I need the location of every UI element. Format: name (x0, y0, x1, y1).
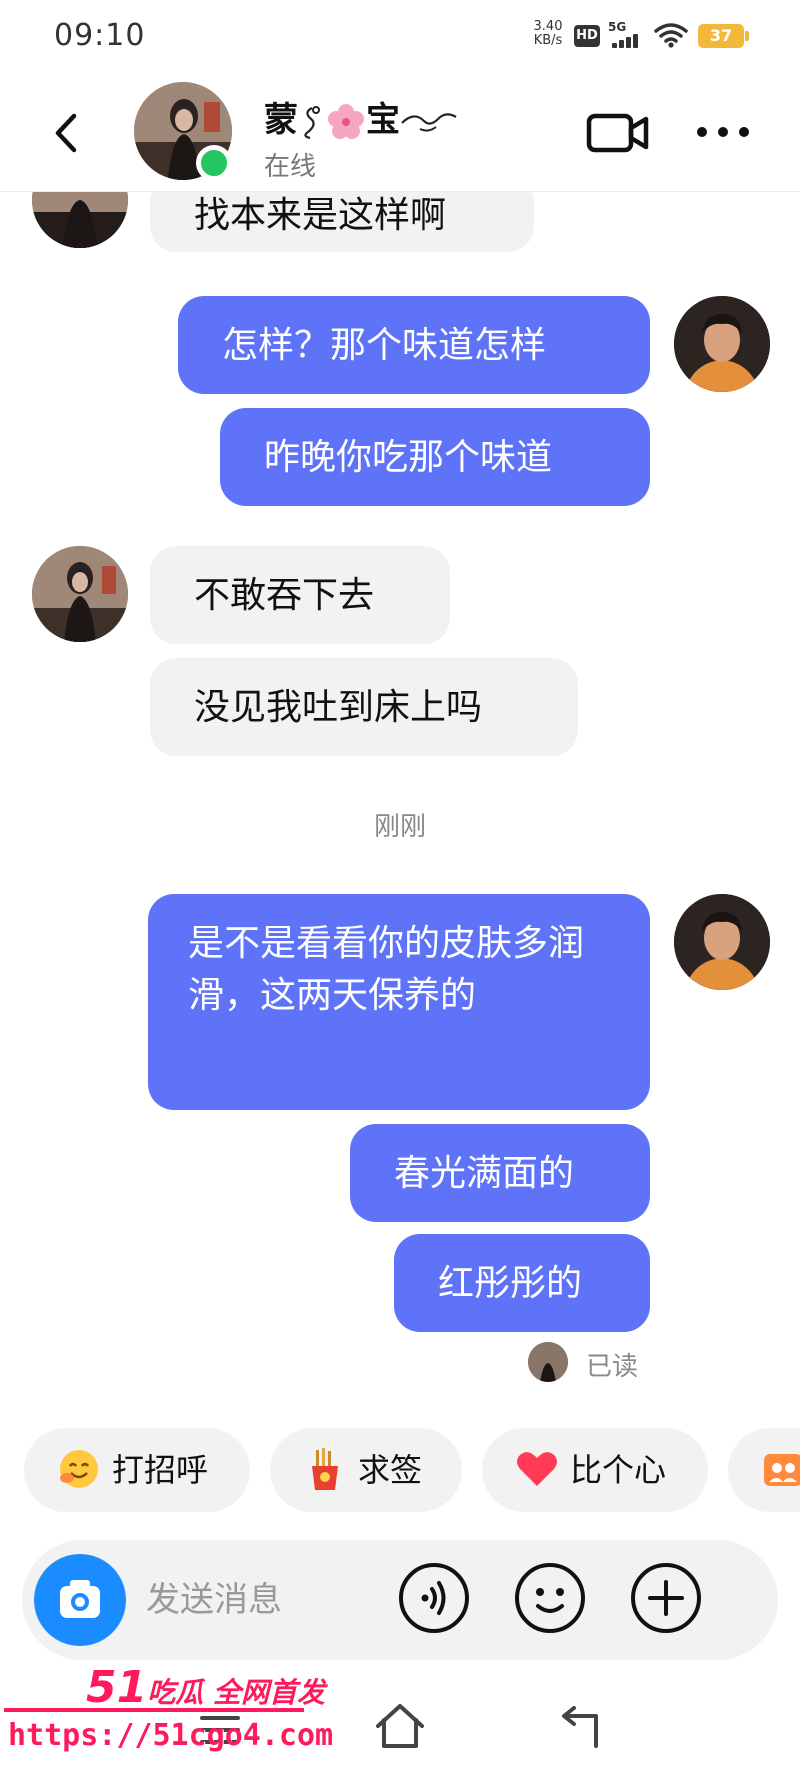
message-timestamp: 刚刚 (373, 812, 426, 842)
read-receipt-text: 已读 (586, 1352, 639, 1382)
wifi-icon (654, 23, 688, 48)
contact-name-part1: 蒙 (264, 100, 298, 140)
my-avatar[interactable] (674, 894, 770, 990)
message-outgoing[interactable]: 昨晚你吃那个味道 (220, 408, 650, 506)
avatar-photo (674, 894, 770, 990)
contact-avatar-small[interactable] (32, 546, 128, 642)
message-incoming[interactable]: 没见我吐到床上吗 (150, 658, 578, 756)
message-incoming[interactable]: 不敢吞下去 (150, 546, 450, 644)
fortune-sticks-icon (312, 1448, 338, 1490)
online-status-dot (196, 145, 232, 181)
avatar-photo (528, 1342, 568, 1382)
signal-icon (612, 32, 646, 48)
home-icon[interactable] (374, 1702, 426, 1750)
contact-name-part2: 宝 (366, 100, 400, 140)
network-speed-value: 3.40 (533, 19, 563, 34)
swirl-ornament-icon (401, 112, 457, 132)
watermark-bar (4, 1708, 304, 1712)
quick-reply-greet[interactable]: 打招呼 (24, 1428, 250, 1512)
voice-icon[interactable] (396, 1560, 472, 1636)
video-camera-icon[interactable] (586, 110, 650, 156)
clock: 09:10 (54, 18, 146, 53)
cherry-blossom-icon (328, 103, 364, 139)
heart-icon (517, 1452, 557, 1486)
hd-badge: HD (574, 25, 600, 47)
message-outgoing[interactable]: 怎样？那个味道怎样 (178, 296, 650, 394)
contact-online-status: 在线 (264, 152, 317, 182)
camera-button[interactable] (34, 1554, 126, 1646)
quick-replies-bar: 打招呼 求签 比个心 (0, 1428, 800, 1514)
group-photo-icon (764, 1454, 800, 1486)
status-bar: 09:10 3.40 KB/s HD 5G 37 (0, 0, 800, 72)
message-outgoing[interactable]: 是不是看看你的皮肤多润滑，这两天保养的 (148, 894, 650, 1110)
quick-reply-label: 比个心 (570, 1451, 667, 1489)
watermark-text: 吃瓜 全网首发 (147, 1676, 325, 1709)
more-dots-icon[interactable] (694, 112, 752, 152)
watermark-title: 51吃瓜 全网首发 (86, 1662, 325, 1713)
contact-name: 蒙宝 (264, 92, 460, 142)
message-composer (22, 1540, 778, 1660)
quick-reply-fortune[interactable]: 求签 (270, 1428, 462, 1512)
emoji-icon[interactable] (512, 1560, 588, 1636)
my-avatar[interactable] (674, 296, 770, 392)
watermark-number: 51 (86, 1662, 148, 1713)
read-receipt-avatar (528, 1342, 568, 1382)
back-nav-icon[interactable] (556, 1706, 604, 1750)
message-outgoing[interactable]: 红彤彤的 (394, 1234, 650, 1332)
battery-indicator: 37 (698, 24, 749, 48)
camera-icon (60, 1580, 100, 1618)
chat-header: 蒙宝 在线 (0, 72, 800, 192)
network-speed: 3.40 KB/s (528, 20, 568, 48)
watermark-url: https://51cgo4.com (8, 1718, 334, 1753)
avatar-photo (32, 546, 128, 642)
quick-reply-heart[interactable]: 比个心 (482, 1428, 708, 1512)
network-speed-unit: KB/s (533, 33, 563, 48)
plus-icon[interactable] (628, 1560, 704, 1636)
quick-reply-label: 求签 (358, 1451, 423, 1489)
chevron-left-icon[interactable] (44, 108, 88, 158)
watermark: 51吃瓜 全网首发 https://51cgo4.com (0, 1654, 334, 1778)
wave-emoji-icon (60, 1450, 98, 1488)
quick-reply-more[interactable] (728, 1428, 800, 1512)
ornament-icon (304, 105, 320, 139)
message-outgoing[interactable]: 春光满面的 (350, 1124, 650, 1222)
quick-reply-label: 打招呼 (112, 1451, 209, 1489)
avatar-photo (674, 296, 770, 392)
